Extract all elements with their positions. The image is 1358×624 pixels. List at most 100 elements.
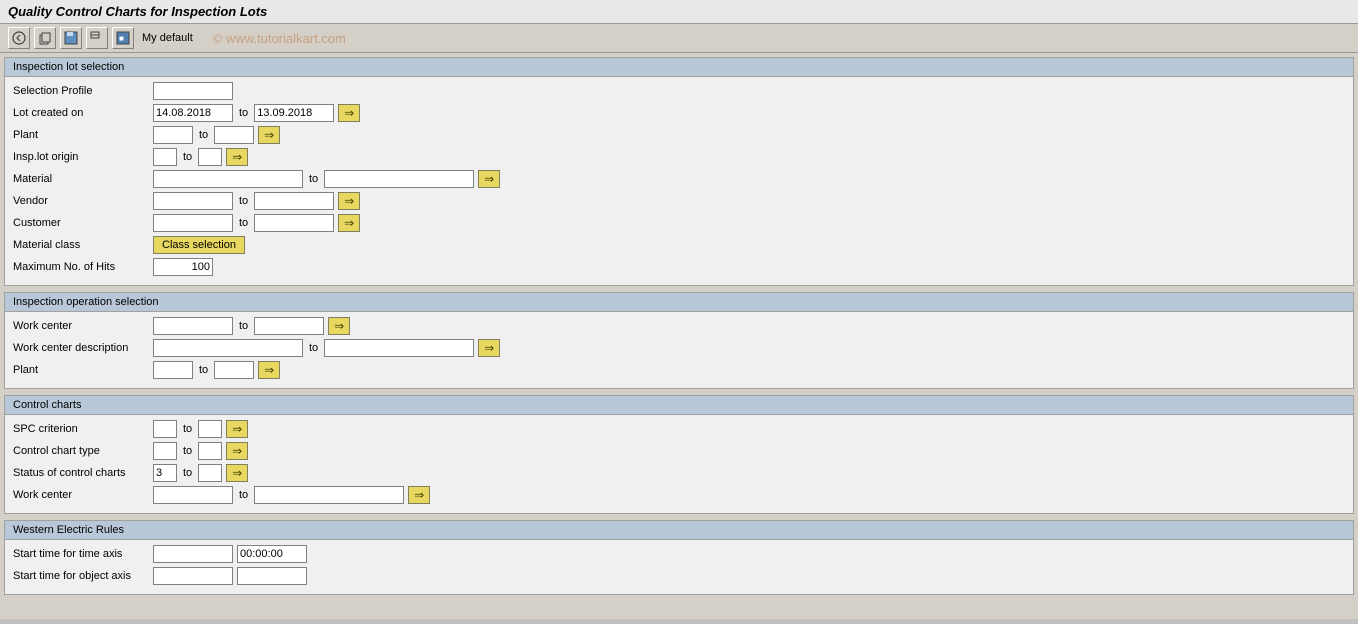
input-vendor-to[interactable]: [254, 192, 334, 210]
row-max-hits: Maximum No. of Hits: [13, 257, 1345, 277]
row-status-cc: Status of control charts to: [13, 463, 1345, 483]
label-vendor: Vendor: [13, 195, 153, 207]
input-start-object-axis-time[interactable]: [237, 567, 307, 585]
input-insp-lot-origin-from[interactable]: [153, 148, 177, 166]
label-status-cc: Status of control charts: [13, 467, 153, 479]
row-vendor: Vendor to: [13, 191, 1345, 211]
watermark: © www.tutorialkart.com: [213, 31, 346, 46]
label-plant-op: Plant: [13, 364, 153, 376]
label-material-class: Material class: [13, 239, 153, 251]
label-selection-profile: Selection Profile: [13, 85, 153, 97]
input-spc-to[interactable]: [198, 420, 222, 438]
label-start-object-axis: Start time for object axis: [13, 570, 153, 582]
to-label-customer: to: [239, 217, 248, 229]
input-status-cc-to[interactable]: [198, 464, 222, 482]
row-material-class: Material class Class selection: [13, 235, 1345, 255]
arrow-btn-cct[interactable]: [226, 442, 248, 460]
input-spc-from[interactable]: [153, 420, 177, 438]
label-lot-created-on: Lot created on: [13, 107, 153, 119]
label-customer: Customer: [13, 217, 153, 229]
input-work-center-desc-to[interactable]: [324, 339, 474, 357]
arrow-btn-wc[interactable]: [328, 317, 350, 335]
to-label-lot: to: [239, 107, 248, 119]
arrow-btn-plant[interactable]: [258, 126, 280, 144]
arrow-btn-status-cc[interactable]: [226, 464, 248, 482]
input-status-cc-from[interactable]: [153, 464, 177, 482]
section-western-electric-header: Western Electric Rules: [5, 521, 1353, 540]
input-customer-from[interactable]: [153, 214, 233, 232]
row-work-center-desc: Work center description to: [13, 338, 1345, 358]
arrow-btn-lot[interactable]: [338, 104, 360, 122]
class-selection-button[interactable]: Class selection: [153, 236, 245, 254]
input-work-center-to[interactable]: [254, 317, 324, 335]
arrow-btn-customer[interactable]: [338, 214, 360, 232]
row-start-time-axis: Start time for time axis: [13, 544, 1345, 564]
label-material: Material: [13, 173, 153, 185]
section-inspection-operation: Inspection operation selection Work cent…: [4, 292, 1354, 389]
input-vendor-from[interactable]: [153, 192, 233, 210]
input-cct-to[interactable]: [198, 442, 222, 460]
input-max-hits[interactable]: [153, 258, 213, 276]
section-control-charts: Control charts SPC criterion to Control …: [4, 395, 1354, 514]
input-start-time-axis-value[interactable]: [153, 545, 233, 563]
input-material-to[interactable]: [324, 170, 474, 188]
input-material-from[interactable]: [153, 170, 303, 188]
arrow-btn-wc-cc[interactable]: [408, 486, 430, 504]
row-lot-created-on: Lot created on to: [13, 103, 1345, 123]
to-label-cct: to: [183, 445, 192, 457]
section-inspection-lot-header: Inspection lot selection: [5, 58, 1353, 77]
toolbar: ■ My default © www.tutorialkart.com: [0, 24, 1358, 53]
row-start-object-axis: Start time for object axis: [13, 566, 1345, 586]
to-label-plant-op: to: [199, 364, 208, 376]
section-inspection-lot: Inspection lot selection Selection Profi…: [4, 57, 1354, 286]
default-label: My default: [142, 32, 193, 44]
input-lot-created-from[interactable]: [153, 104, 233, 122]
section-western-electric-body: Start time for time axis Start time for …: [5, 540, 1353, 594]
input-cct-from[interactable]: [153, 442, 177, 460]
section-inspection-operation-header: Inspection operation selection: [5, 293, 1353, 312]
arrow-btn-material[interactable]: [478, 170, 500, 188]
back-btn[interactable]: [8, 27, 30, 49]
arrow-btn-spc[interactable]: [226, 420, 248, 438]
input-work-center-cc-to[interactable]: [254, 486, 404, 504]
to-label-plant: to: [199, 129, 208, 141]
row-customer: Customer to: [13, 213, 1345, 233]
section-inspection-operation-body: Work center to Work center description t…: [5, 312, 1353, 388]
arrow-btn-insp[interactable]: [226, 148, 248, 166]
input-work-center-desc-from[interactable]: [153, 339, 303, 357]
input-plant-to[interactable]: [214, 126, 254, 144]
copy-btn[interactable]: [34, 27, 56, 49]
row-selection-profile: Selection Profile: [13, 81, 1345, 101]
search-btn[interactable]: [86, 27, 108, 49]
label-work-center: Work center: [13, 320, 153, 332]
main-content: Inspection lot selection Selection Profi…: [0, 53, 1358, 619]
input-work-center-from[interactable]: [153, 317, 233, 335]
save-btn[interactable]: [60, 27, 82, 49]
to-label-wcd: to: [309, 342, 318, 354]
input-insp-lot-origin-to[interactable]: [198, 148, 222, 166]
to-label-material: to: [309, 173, 318, 185]
input-selection-profile[interactable]: [153, 82, 233, 100]
page-title: Quality Control Charts for Inspection Lo…: [0, 0, 1358, 24]
label-max-hits: Maximum No. of Hits: [13, 261, 153, 273]
input-plant-op-from[interactable]: [153, 361, 193, 379]
to-label-vendor: to: [239, 195, 248, 207]
input-work-center-cc-from[interactable]: [153, 486, 233, 504]
row-insp-lot-origin: Insp.lot origin to: [13, 147, 1345, 167]
svg-text:■: ■: [119, 34, 124, 43]
arrow-btn-vendor[interactable]: [338, 192, 360, 210]
to-label-spc: to: [183, 423, 192, 435]
input-start-object-axis-value[interactable]: [153, 567, 233, 585]
arrow-btn-wcd[interactable]: [478, 339, 500, 357]
input-lot-created-to[interactable]: [254, 104, 334, 122]
row-plant-op: Plant to: [13, 360, 1345, 380]
label-cct: Control chart type: [13, 445, 153, 457]
settings-btn[interactable]: ■: [112, 27, 134, 49]
to-label-wc: to: [239, 320, 248, 332]
input-start-time-axis-time[interactable]: [237, 545, 307, 563]
arrow-btn-plant-op[interactable]: [258, 361, 280, 379]
input-plant-from[interactable]: [153, 126, 193, 144]
input-customer-to[interactable]: [254, 214, 334, 232]
input-plant-op-to[interactable]: [214, 361, 254, 379]
label-work-center-cc: Work center: [13, 489, 153, 501]
